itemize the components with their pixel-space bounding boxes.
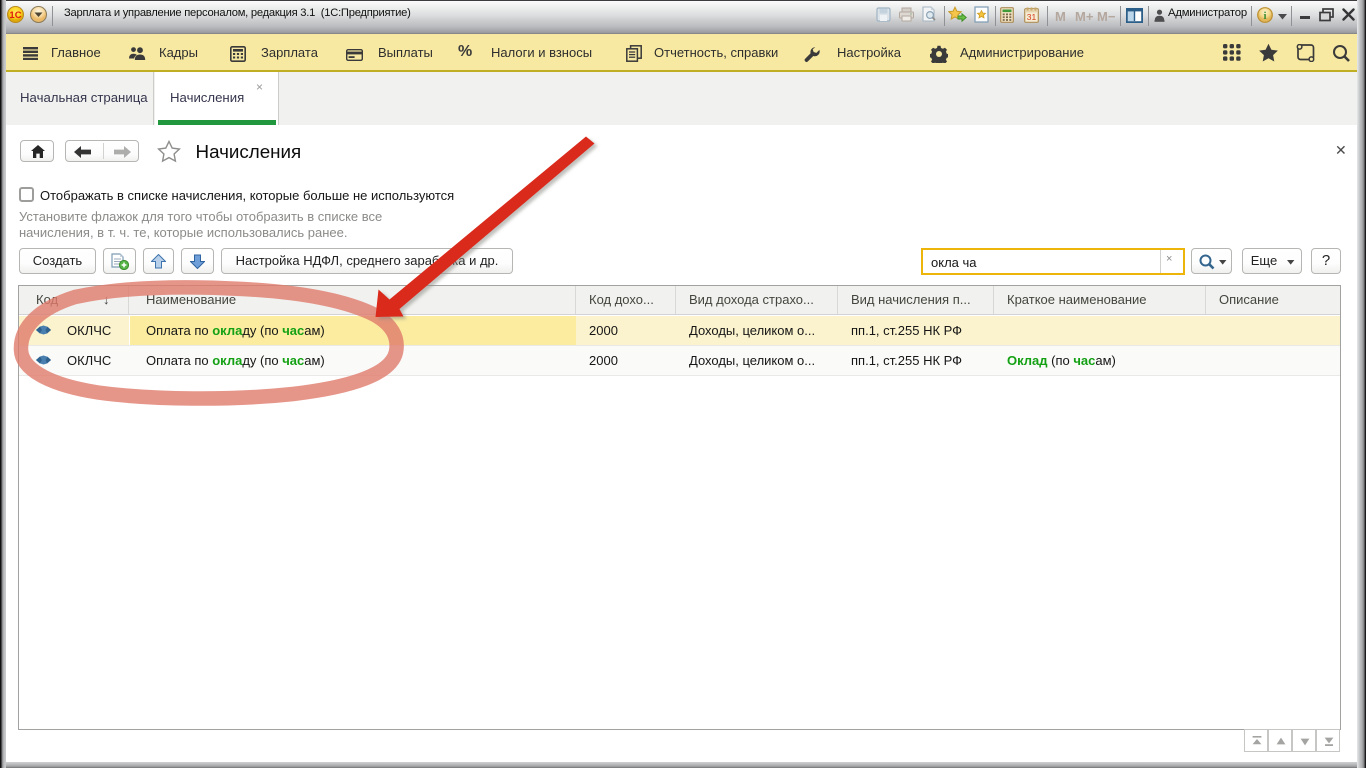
svg-text:1C: 1C [9,10,21,21]
svg-text:31: 31 [1027,12,1037,22]
svg-text:i: i [1263,10,1266,22]
